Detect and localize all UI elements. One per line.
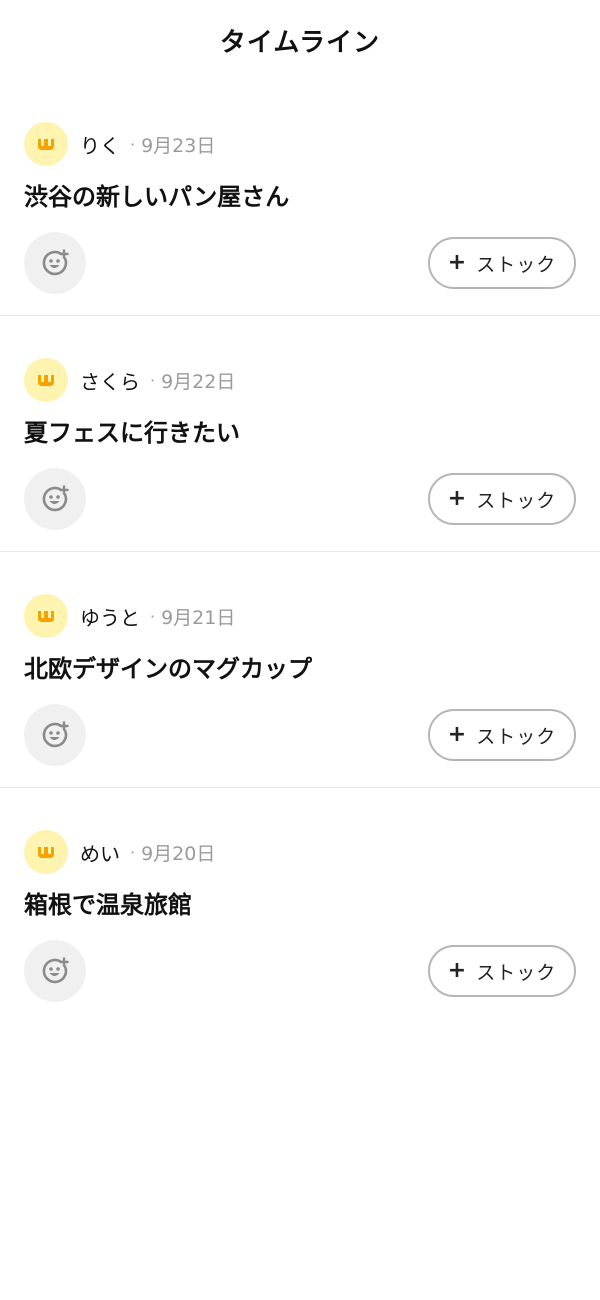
post-meta: りく · 9月23日	[24, 122, 576, 166]
post-title[interactable]: 箱根で温泉旅館	[24, 888, 576, 922]
user-avatar[interactable]	[24, 830, 68, 874]
post-meta: ゆうと · 9月21日	[24, 594, 576, 638]
post-username[interactable]: りく	[80, 130, 120, 159]
post-actions: + ストック	[24, 940, 576, 1002]
timeline-post[interactable]: めい · 9月20日 箱根で温泉旅館 + ストック	[0, 788, 600, 1024]
stock-button[interactable]: + ストック	[428, 473, 576, 525]
stock-button-label: ストック	[476, 725, 557, 748]
post-title[interactable]: 夏フェスに行きたい	[24, 416, 576, 450]
user-avatar[interactable]	[24, 122, 68, 166]
w-logo-icon	[38, 611, 54, 622]
timeline-post[interactable]: ゆうと · 9月21日 北欧デザインのマグカップ + ストック	[0, 552, 600, 788]
timeline-post[interactable]: りく · 9月23日 渋谷の新しいパン屋さん + ストック	[0, 80, 600, 316]
add-reaction-button[interactable]	[24, 232, 86, 294]
plus-icon: +	[447, 722, 467, 747]
stock-button-label: ストック	[476, 961, 557, 984]
add-reaction-button[interactable]	[24, 940, 86, 1002]
timeline-list: りく · 9月23日 渋谷の新しいパン屋さん + ストック さくら · 9月22…	[0, 80, 600, 1024]
post-meta: めい · 9月20日	[24, 830, 576, 874]
page-title: タイムライン	[219, 27, 381, 58]
post-date: 9月20日	[141, 842, 216, 865]
timeline-post[interactable]: さくら · 9月22日 夏フェスに行きたい + ストック	[0, 316, 600, 552]
post-title[interactable]: 北欧デザインのマグカップ	[24, 652, 576, 686]
meta-separator: ·	[150, 370, 156, 390]
stock-button[interactable]: + ストック	[428, 945, 576, 997]
plus-icon: +	[447, 250, 467, 275]
post-date: 9月23日	[141, 134, 216, 157]
app-header: タイムライン	[0, 0, 600, 80]
stock-button-label: ストック	[476, 489, 557, 512]
post-title[interactable]: 渋谷の新しいパン屋さん	[24, 180, 576, 214]
add-reaction-smiley-icon	[42, 957, 69, 984]
add-reaction-smiley-icon	[42, 721, 69, 748]
stock-button-label: ストック	[476, 253, 557, 276]
post-actions: + ストック	[24, 468, 576, 530]
w-logo-icon	[38, 847, 54, 858]
stock-button[interactable]: + ストック	[428, 709, 576, 761]
user-avatar[interactable]	[24, 594, 68, 638]
post-actions: + ストック	[24, 232, 576, 294]
plus-icon: +	[447, 486, 467, 511]
meta-separator: ·	[130, 842, 136, 862]
plus-icon: +	[447, 958, 467, 983]
post-date: 9月21日	[161, 606, 236, 629]
add-reaction-smiley-icon	[42, 485, 69, 512]
add-reaction-button[interactable]	[24, 468, 86, 530]
meta-separator: ·	[130, 134, 136, 154]
post-username[interactable]: めい	[80, 838, 120, 867]
post-actions: + ストック	[24, 704, 576, 766]
stock-button[interactable]: + ストック	[428, 237, 576, 289]
add-reaction-smiley-icon	[42, 249, 69, 276]
w-logo-icon	[38, 375, 54, 386]
add-reaction-button[interactable]	[24, 704, 86, 766]
post-username[interactable]: ゆうと	[80, 602, 140, 631]
post-username[interactable]: さくら	[80, 366, 140, 395]
meta-separator: ·	[150, 606, 156, 626]
post-date: 9月22日	[161, 370, 236, 393]
user-avatar[interactable]	[24, 358, 68, 402]
w-logo-icon	[38, 139, 54, 150]
post-meta: さくら · 9月22日	[24, 358, 576, 402]
